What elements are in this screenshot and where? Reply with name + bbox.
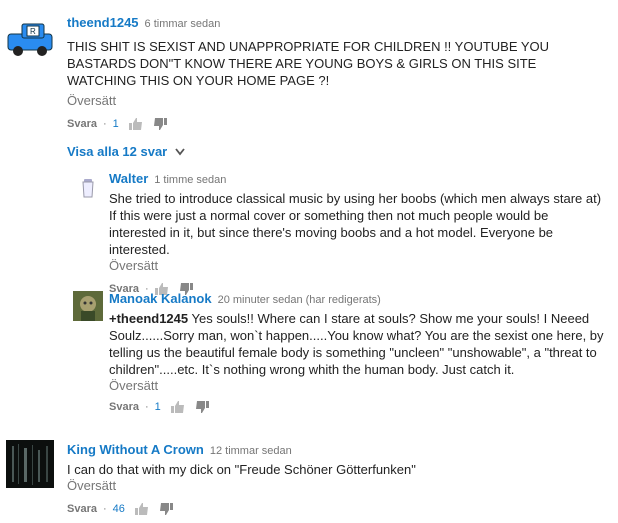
- thumbs-up-icon[interactable]: [170, 401, 185, 413]
- translate-link[interactable]: Översätt: [67, 93, 607, 108]
- like-count: 1: [112, 118, 119, 130]
- reply-walter: Walter 1 timme sedan She tried to introdu…: [0, 165, 618, 295]
- reply-button[interactable]: Svara: [67, 118, 97, 130]
- avatar-forest-icon[interactable]: [6, 440, 54, 488]
- reply-time[interactable]: 20 minuter sedan (har redigerats): [218, 294, 381, 306]
- like-count: 1: [154, 401, 161, 413]
- separator-dot: ·: [102, 503, 107, 515]
- mention-link[interactable]: +theend1245: [109, 311, 188, 326]
- reply-time[interactable]: 1 timme sedan: [154, 174, 226, 186]
- reply-actions: Svara · 1: [109, 401, 614, 413]
- comment-theend1245: R theend1245 6 timmar sedan THIS SHIT IS …: [0, 0, 618, 130]
- reply-manoak-kalanok: Manoak Kalanok 20 minuter sedan (har redi…: [0, 286, 618, 416]
- comment-text: THIS SHIT IS SEXIST AND UNAPPROPRIATE FO…: [67, 39, 550, 88]
- thumbs-up-icon[interactable]: [134, 503, 149, 515]
- comment-text: I can do that with my dick on "Freude Sc…: [67, 462, 416, 477]
- thumbs-up-icon[interactable]: [128, 118, 143, 130]
- view-all-replies-label: Visa alla 12 svar: [67, 144, 168, 159]
- reply-text: She tried to introduce classical music b…: [109, 191, 602, 257]
- view-all-replies-button[interactable]: Visa alla 12 svar: [67, 144, 185, 159]
- comment-time[interactable]: 12 timmar sedan: [210, 445, 292, 457]
- reply-author[interactable]: Walter: [109, 171, 148, 186]
- translate-link[interactable]: Översätt: [109, 378, 614, 393]
- comment-actions: Svara · 1: [67, 118, 607, 130]
- chevron-down-icon: [175, 144, 185, 159]
- reply-button[interactable]: Svara: [109, 401, 139, 413]
- svg-text:R: R: [30, 27, 36, 36]
- reply-author[interactable]: Manoak Kalanok: [109, 291, 212, 306]
- thumbs-down-icon[interactable]: [195, 401, 209, 413]
- avatar-car-icon[interactable]: R: [6, 14, 54, 62]
- avatar-default-icon[interactable]: [73, 171, 103, 201]
- separator-dot: ·: [144, 401, 149, 413]
- separator-dot: ·: [102, 118, 107, 130]
- reply-button[interactable]: Svara: [67, 503, 97, 515]
- comment-actions: Svara · 46: [67, 503, 607, 515]
- comment-author[interactable]: King Without A Crown: [67, 442, 204, 457]
- translate-link[interactable]: Översätt: [109, 258, 614, 273]
- translate-link[interactable]: Översätt: [67, 478, 607, 493]
- comment-time[interactable]: 6 timmar sedan: [145, 18, 221, 30]
- avatar-photo-icon[interactable]: [73, 291, 103, 321]
- comment-author[interactable]: theend1245: [67, 15, 139, 30]
- like-count: 46: [112, 503, 125, 515]
- reply-text-container: +theend1245 Yes souls!! Where can I star…: [109, 310, 609, 378]
- thumbs-down-icon[interactable]: [159, 503, 173, 515]
- comment-king-without-a-crown: King Without A Crown 12 timmar sedan I ca…: [0, 432, 618, 523]
- thumbs-down-icon[interactable]: [153, 118, 167, 130]
